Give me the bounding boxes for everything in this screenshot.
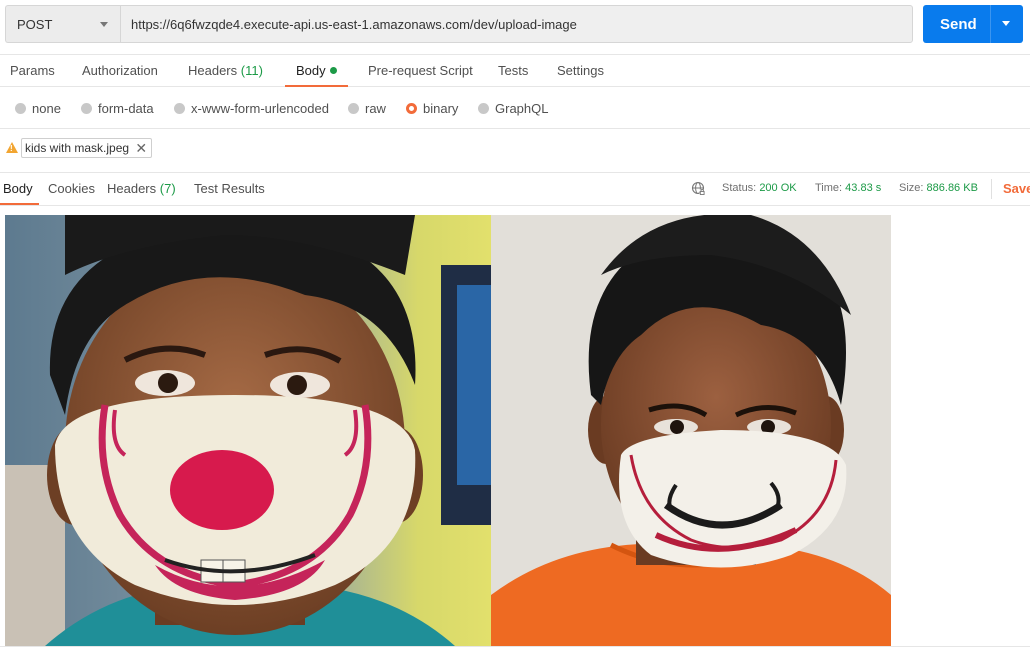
url-input[interactable]: https://6q6fwzqde4.execute-api.us-east-1… xyxy=(120,5,913,43)
response-tab-headers[interactable]: Headers (7) xyxy=(107,181,176,196)
response-bar: Body Cookies Headers (7) Test Results St… xyxy=(0,173,1030,206)
bottom-divider xyxy=(0,646,1030,647)
response-tab-cookies[interactable]: Cookies xyxy=(48,181,95,196)
photo-joker-mask xyxy=(491,215,891,646)
status-value: 200 OK xyxy=(759,182,797,194)
radio-dot xyxy=(174,103,185,114)
response-tab-body[interactable]: Body xyxy=(3,181,33,196)
response-tab-test-results[interactable]: Test Results xyxy=(194,181,265,196)
radio-dot xyxy=(478,103,489,114)
response-active-tab-underline xyxy=(0,203,39,205)
chevron-down-icon xyxy=(100,22,108,27)
radio-dot-selected xyxy=(406,103,417,114)
warning-mark: ! xyxy=(10,144,13,153)
radio-none[interactable]: none xyxy=(15,101,61,116)
radio-dot xyxy=(81,103,92,114)
url-text: https://6q6fwzqde4.execute-api.us-east-1… xyxy=(131,17,577,32)
radio-form-data[interactable]: form-data xyxy=(81,101,154,116)
radio-graphql[interactable]: GraphQL xyxy=(478,101,548,116)
radio-raw[interactable]: raw xyxy=(348,101,386,116)
method-label: POST xyxy=(17,17,53,32)
tab-body[interactable]: Body xyxy=(296,63,337,78)
save-response-button[interactable]: Save xyxy=(1003,181,1030,196)
binary-file-row: ! kids with mask.jpeg ✕ xyxy=(0,129,1030,173)
tab-headers[interactable]: Headers (11) xyxy=(188,63,263,78)
response-image xyxy=(5,215,891,646)
time-readout: Time: 43.83 s xyxy=(815,182,882,194)
body-indicator-dot xyxy=(329,67,337,74)
tab-params[interactable]: Params xyxy=(10,63,55,78)
tab-pre-request-script[interactable]: Pre-request Script xyxy=(368,63,473,78)
remove-file-close-icon[interactable]: ✕ xyxy=(135,139,147,157)
tab-tests[interactable]: Tests xyxy=(498,63,528,78)
headers-count: (11) xyxy=(240,63,263,78)
file-name: kids with mask.jpeg xyxy=(25,141,130,155)
radio-dot xyxy=(348,103,359,114)
radio-x-www-form-urlencoded[interactable]: x-www-form-urlencoded xyxy=(174,101,329,116)
send-options-chevron-icon[interactable] xyxy=(1002,21,1010,26)
tab-settings[interactable]: Settings xyxy=(557,63,604,78)
method-select[interactable]: POST xyxy=(5,5,120,43)
radio-binary[interactable]: binary xyxy=(406,101,458,116)
request-bar: POST https://6q6fwzqde4.execute-api.us-e… xyxy=(0,0,1030,54)
send-divider xyxy=(990,5,991,43)
photo-clown-mask xyxy=(5,215,491,646)
time-value: 43.83 s xyxy=(845,182,882,194)
tab-authorization[interactable]: Authorization xyxy=(82,63,158,78)
size-value: 886.86 KB xyxy=(926,182,978,194)
radio-dot xyxy=(15,103,26,114)
size-readout: Size: 886.86 KB xyxy=(899,182,978,194)
request-tabs: Params Authorization Headers (11) Body P… xyxy=(0,54,1030,87)
stat-divider xyxy=(991,179,992,199)
selected-file-chip[interactable]: kids with mask.jpeg ✕ xyxy=(21,138,153,158)
send-button[interactable]: Send xyxy=(923,5,1023,43)
response-headers-count: (7) xyxy=(159,181,176,196)
status-readout: Status: 200 OK xyxy=(722,182,797,194)
globe-network-icon[interactable] xyxy=(691,181,705,195)
send-label: Send xyxy=(940,16,977,33)
body-type-options: none form-data x-www-form-urlencoded raw… xyxy=(0,87,1030,129)
